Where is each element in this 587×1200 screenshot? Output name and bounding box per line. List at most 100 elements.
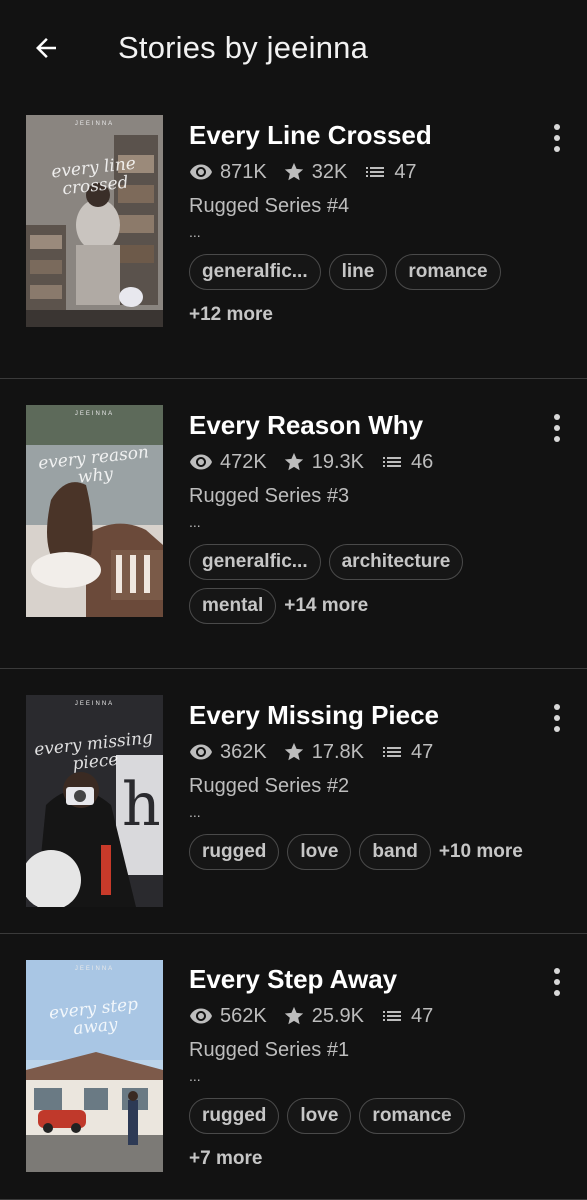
- arrow-left-icon: [36, 38, 56, 58]
- dot: [554, 704, 560, 710]
- votes-count: 17.8K: [311, 740, 364, 763]
- tag-chip[interactable]: rugged: [189, 834, 280, 870]
- reads-count: 472K: [220, 450, 267, 473]
- eye-icon: [190, 164, 212, 180]
- more-tags-link[interactable]: +12 more: [189, 298, 273, 332]
- tag-chip[interactable]: rugged: [189, 1098, 280, 1134]
- story-stats: 562K 25.9K 47: [189, 1002, 527, 1030]
- story-title[interactable]: Every Reason Why: [189, 408, 527, 442]
- reads-stat: 871K: [189, 160, 267, 184]
- story-description: ...: [189, 804, 201, 820]
- list-icon: [382, 457, 401, 467]
- tag-chip[interactable]: love: [287, 834, 352, 870]
- eye-icon: [190, 1008, 212, 1024]
- more-options-button[interactable]: [543, 408, 571, 448]
- more-tags-link[interactable]: +7 more: [189, 1142, 262, 1176]
- tag-chip[interactable]: romance: [395, 254, 501, 290]
- story-info: Every Line Crossed 871K 32K 47 Rugged Se…: [189, 118, 527, 332]
- story-item[interactable]: JEEINNA every step away Every Step Away …: [0, 934, 587, 1200]
- star-icon: [284, 452, 303, 471]
- story-description: ...: [189, 224, 201, 240]
- cover-author-text: JEEINNA: [74, 966, 115, 972]
- votes-stat: 19.3K: [283, 451, 364, 474]
- cover-photo-lake: [26, 405, 163, 617]
- parts-count: 46: [410, 450, 434, 473]
- story-info: Every Reason Why 472K 19.3K 46 Rugged Se…: [189, 408, 527, 624]
- cover-author-text: JEEINNA: [74, 701, 115, 707]
- tag-chip[interactable]: generalfic...: [189, 544, 321, 580]
- tag-chip[interactable]: mental: [189, 588, 277, 624]
- story-cover-image[interactable]: JEEINNA every reason why: [26, 405, 163, 617]
- list-icon: [382, 747, 401, 757]
- parts-count: 47: [394, 160, 417, 183]
- cover-photo-house: [26, 960, 163, 1172]
- cover-author-text: JEEINNA: [74, 121, 115, 127]
- story-cover-image[interactable]: JEEINNA every line crossed: [26, 115, 163, 327]
- list-icon: [382, 1011, 401, 1021]
- dot: [554, 425, 560, 431]
- story-series: Rugged Series #3: [189, 485, 350, 507]
- more-tags-link[interactable]: +14 more: [284, 589, 368, 623]
- story-stats: 472K 19.3K 46: [189, 448, 527, 476]
- parts-count: 47: [410, 740, 434, 763]
- star-icon: [284, 742, 303, 761]
- reads-count: 871K: [220, 160, 267, 183]
- dot: [554, 135, 560, 141]
- tag-chip[interactable]: architecture: [328, 544, 464, 580]
- dot: [554, 979, 560, 985]
- votes-stat: 25.9K: [283, 1005, 364, 1028]
- dot: [554, 124, 560, 130]
- story-series: Rugged Series #4: [189, 195, 350, 217]
- story-title[interactable]: Every Missing Piece: [189, 698, 527, 732]
- cover-photo-library: [26, 115, 163, 327]
- list-icon: [366, 167, 385, 177]
- more-options-button[interactable]: [543, 698, 571, 738]
- parts-stat: 47: [380, 1004, 433, 1028]
- tag-chip[interactable]: line: [328, 254, 388, 290]
- story-title[interactable]: Every Step Away: [189, 962, 527, 996]
- tag-chip[interactable]: generalfic...: [189, 254, 321, 290]
- star-icon: [284, 1006, 303, 1025]
- more-options-button[interactable]: [543, 118, 571, 158]
- eye-icon: [190, 744, 212, 760]
- parts-stat: 46: [380, 450, 433, 474]
- story-stats: 871K 32K 47: [189, 158, 527, 186]
- tag-list: generalfic... architecture mental +14 mo…: [189, 544, 527, 624]
- story-stats: 362K 17.8K 47: [189, 738, 527, 766]
- story-item[interactable]: JEEINNA every reason why Every Reason Wh…: [0, 379, 587, 669]
- story-info: Every Step Away 562K 25.9K 47 Rugged Ser…: [189, 962, 527, 1176]
- tag-chip[interactable]: love: [287, 1098, 352, 1134]
- dot: [554, 990, 560, 996]
- eye-icon: [190, 454, 212, 470]
- tag-chip[interactable]: band: [359, 834, 431, 870]
- parts-count: 47: [410, 1004, 434, 1027]
- votes-stat: 32K: [283, 160, 348, 184]
- story-description: ...: [189, 514, 201, 530]
- story-item[interactable]: h JEEINNA every missing piece Every Miss…: [0, 669, 587, 934]
- parts-stat: 47: [363, 160, 417, 184]
- tag-chip[interactable]: romance: [359, 1098, 465, 1134]
- dot: [554, 968, 560, 974]
- story-title[interactable]: Every Line Crossed: [189, 118, 527, 152]
- reads-count: 562K: [220, 1004, 267, 1027]
- more-options-button[interactable]: [543, 962, 571, 1002]
- tag-list: rugged love band +10 more: [189, 834, 527, 870]
- story-info: Every Missing Piece 362K 17.8K 47 Rugged…: [189, 698, 527, 870]
- cover-photo-camera: h: [26, 695, 163, 907]
- parts-stat: 47: [380, 740, 433, 764]
- top-app-bar: Stories by jeeinna: [0, 0, 587, 96]
- story-cover-image[interactable]: JEEINNA every step away: [26, 960, 163, 1172]
- votes-count: 32K: [311, 160, 348, 183]
- story-item[interactable]: JEEINNA every line crossed Every Line Cr…: [0, 96, 587, 379]
- votes-count: 19.3K: [311, 450, 364, 473]
- story-cover-image[interactable]: h JEEINNA every missing piece: [26, 695, 163, 907]
- reads-count: 362K: [220, 740, 267, 763]
- story-series: Rugged Series #1: [189, 1039, 350, 1061]
- more-tags-link[interactable]: +10 more: [439, 835, 523, 869]
- dot: [554, 146, 560, 152]
- dot: [554, 436, 560, 442]
- dot: [554, 414, 560, 420]
- star-icon: [284, 162, 303, 181]
- svg-text:h: h: [122, 770, 161, 840]
- back-button[interactable]: [26, 28, 66, 68]
